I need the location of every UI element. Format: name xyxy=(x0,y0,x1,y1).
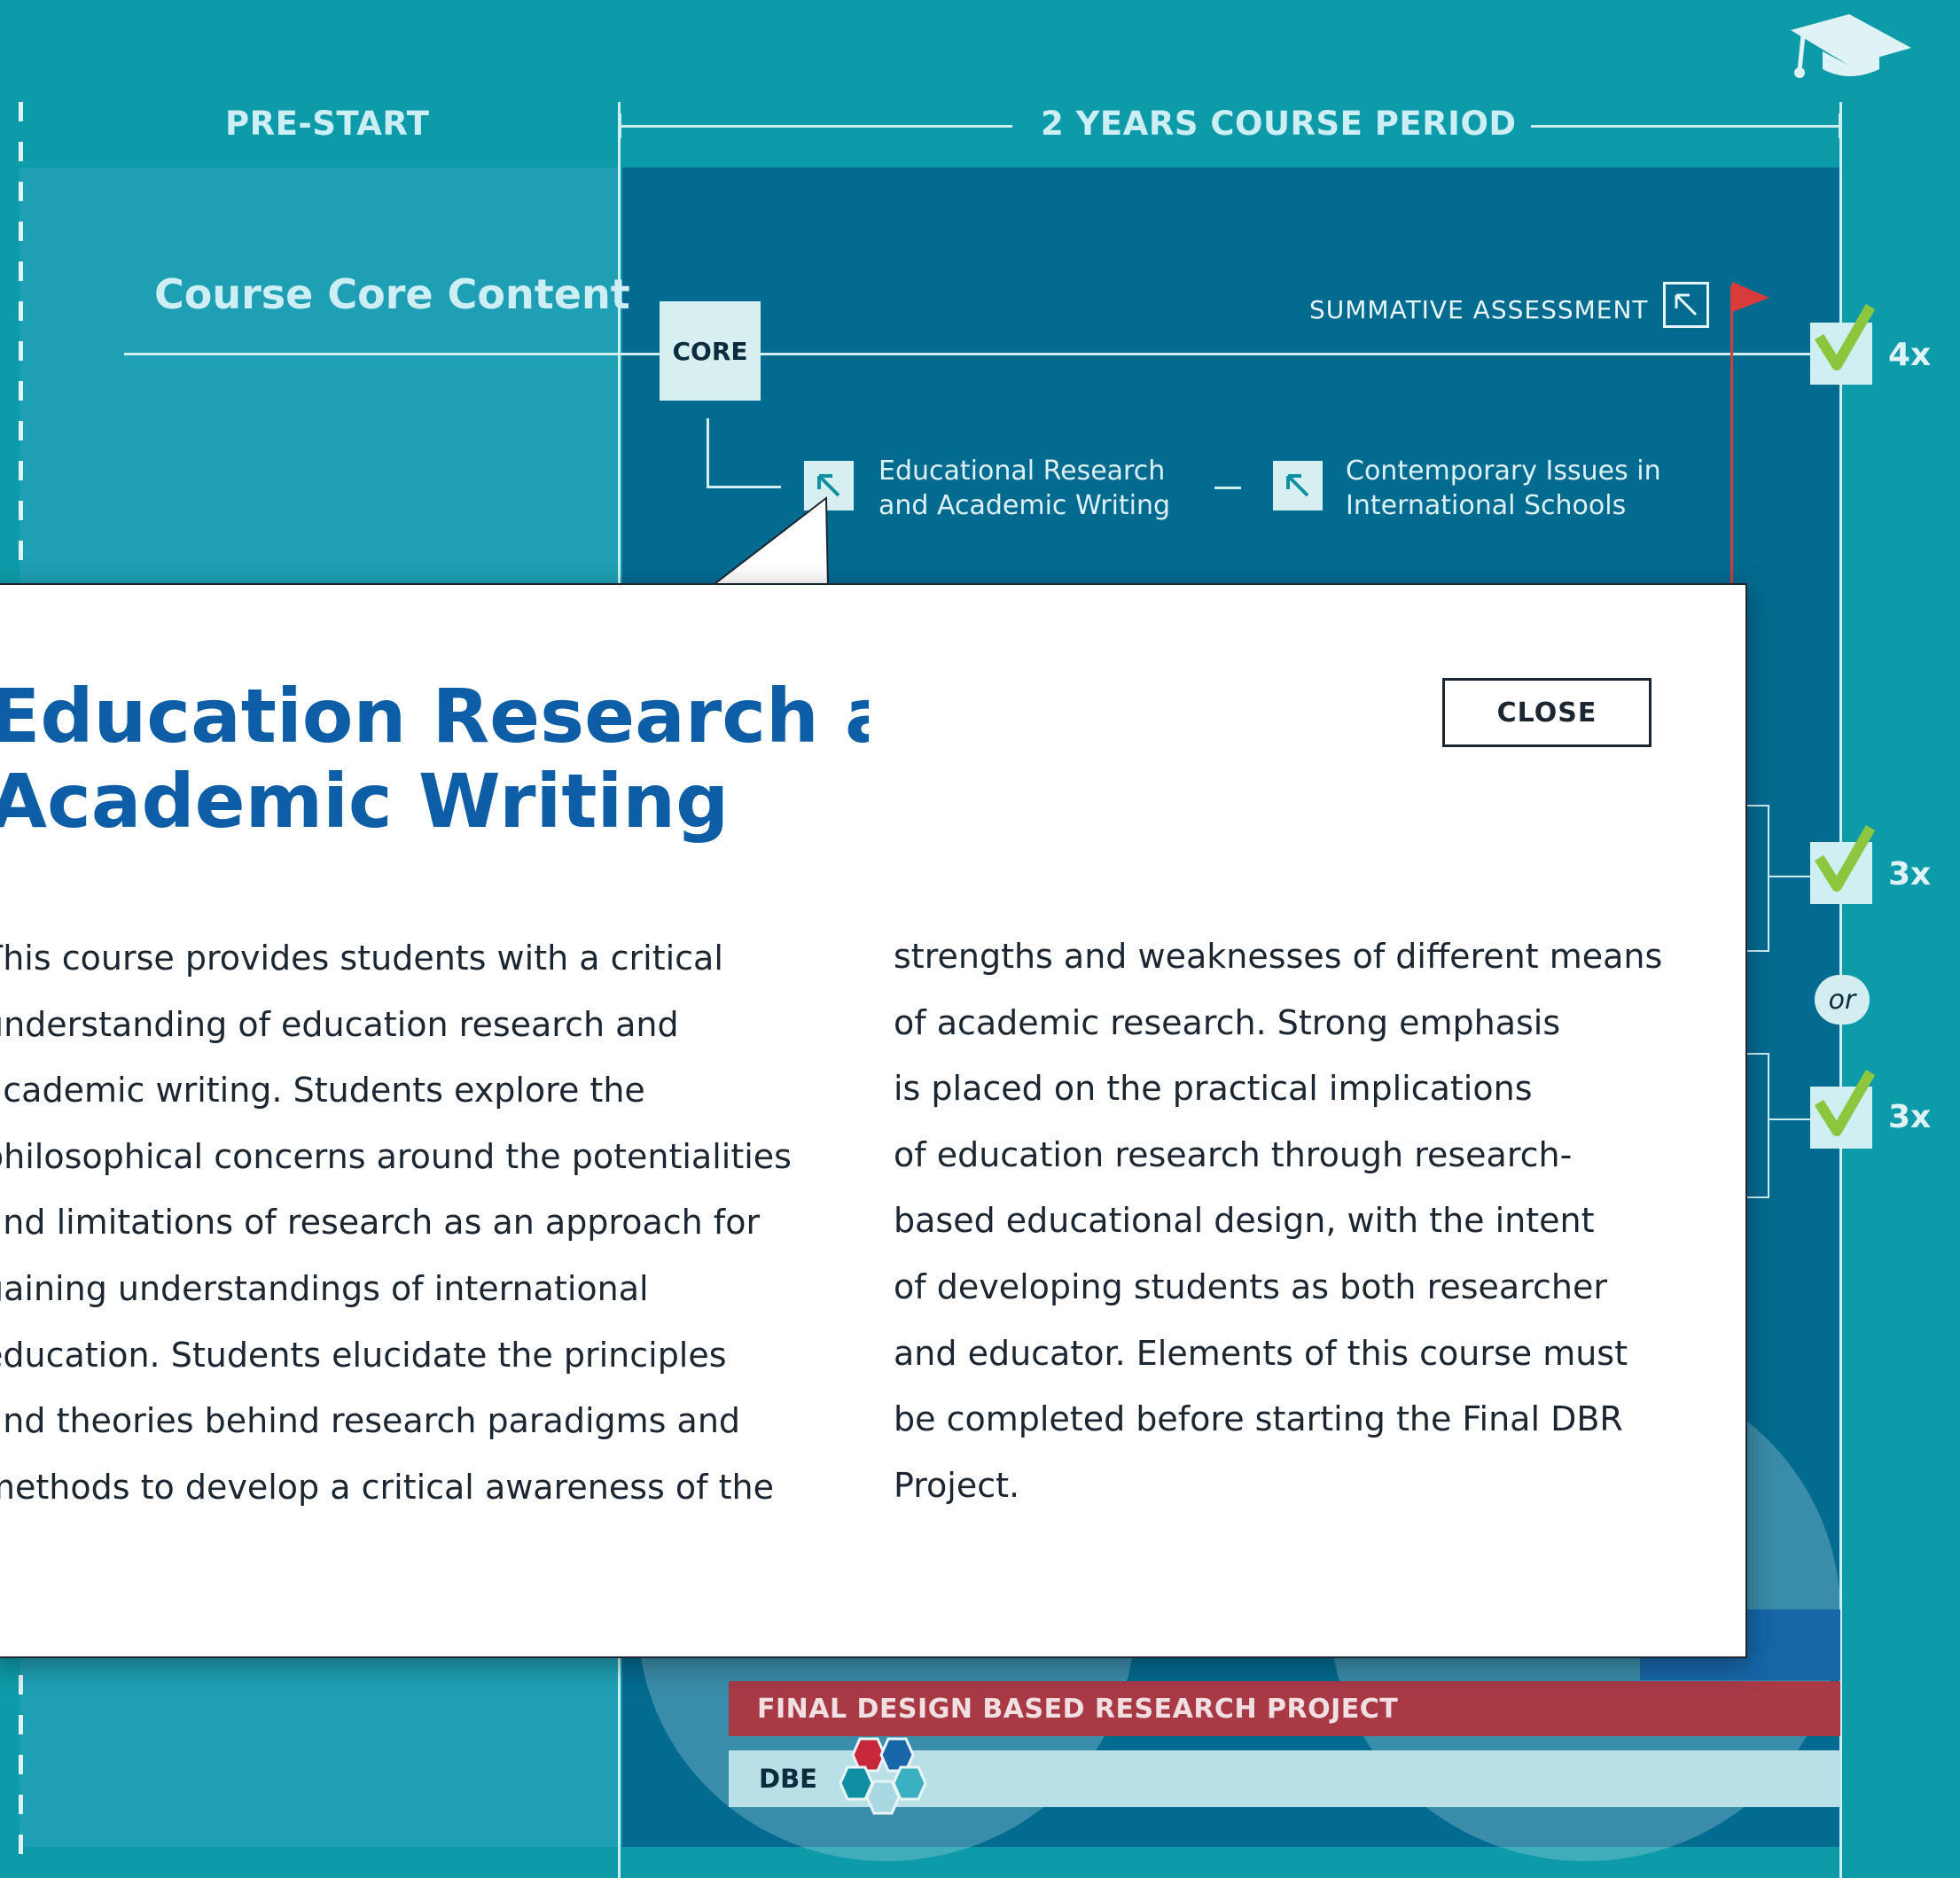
summative-assessment-button[interactable] xyxy=(1663,282,1709,328)
check-icon xyxy=(1814,825,1876,892)
summative-assessment-label: SUMMATIVE ASSESSMENT xyxy=(1309,295,1649,324)
course-period-title: 2 YEARS COURSE PERIOD xyxy=(1027,105,1531,143)
count-core: 4x xyxy=(1888,337,1932,373)
or-badge: or xyxy=(1815,975,1870,1025)
modal-description-right: strengths and weaknesses of different me… xyxy=(894,937,1663,1505)
prestart-title: PRE-START xyxy=(225,105,430,143)
modal-description-left: This course provides students with a cri… xyxy=(0,939,792,1507)
count-group-2: 3x xyxy=(1888,1099,1932,1135)
bracket-connector-1 xyxy=(1768,876,1812,877)
core-box[interactable]: CORE xyxy=(660,301,761,401)
course-core-content-label: Course Core Content xyxy=(154,270,630,318)
modal-title: Education Research and Academic Writing xyxy=(0,674,869,844)
period-tick-right xyxy=(1839,113,1841,138)
check-icon xyxy=(1814,304,1876,370)
graduation-cap-icon xyxy=(1791,14,1911,78)
modal-pointer xyxy=(709,496,830,588)
period-tick-left xyxy=(619,113,621,138)
core-connector-vertical xyxy=(707,418,709,487)
arrow-up-left-icon xyxy=(1286,474,1309,497)
hexagon-cluster-icon xyxy=(839,1737,927,1815)
close-button[interactable]: CLOSE xyxy=(1442,678,1652,747)
final-project-bar[interactable]: FINAL DESIGN BASED RESEARCH PROJECT xyxy=(729,1681,1840,1736)
period-line-left xyxy=(621,125,1012,128)
open-contemporary-issues-button[interactable] xyxy=(1273,461,1323,510)
arrow-up-left-icon xyxy=(1675,293,1698,316)
red-flag-icon xyxy=(1732,282,1769,312)
course-item-educational-research[interactable]: Educational Research and Academic Writin… xyxy=(878,454,1170,523)
course-item-contemporary-issues[interactable]: Contemporary Issues in International Sch… xyxy=(1346,454,1661,523)
count-group-1: 3x xyxy=(1888,856,1932,892)
flag-pole xyxy=(1730,285,1733,587)
item-connector xyxy=(1214,487,1241,489)
check-icon xyxy=(1814,1070,1876,1136)
period-line-right xyxy=(1486,125,1839,128)
core-line xyxy=(124,353,1812,355)
core-connector-horizontal xyxy=(707,486,781,488)
dbe-label: DBE xyxy=(759,1764,817,1794)
bracket-connector-2 xyxy=(1768,1118,1812,1120)
